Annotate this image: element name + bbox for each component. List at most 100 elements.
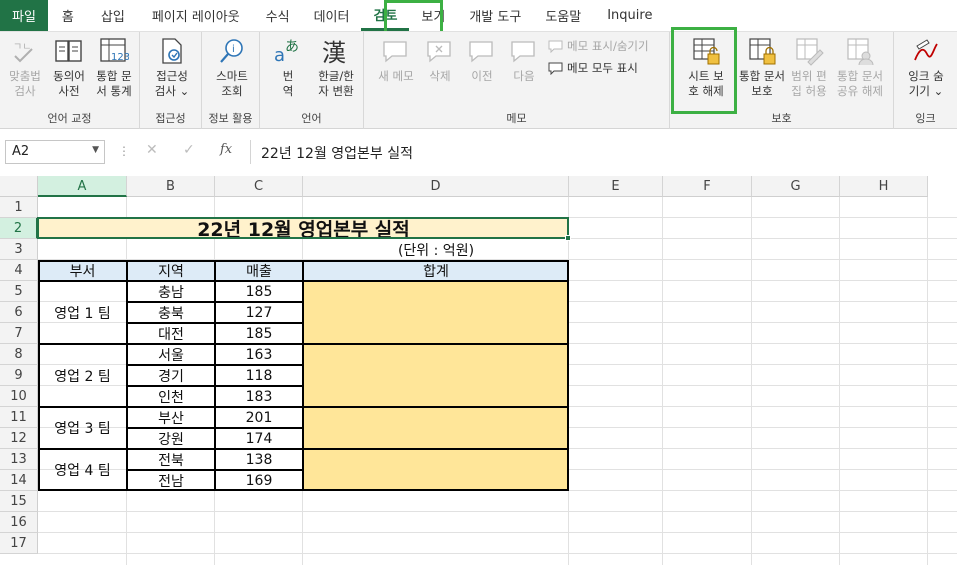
team-name-cell[interactable]: 영업 1 팀 bbox=[38, 281, 127, 344]
tab-help[interactable]: 도움말 bbox=[533, 0, 593, 31]
sheet-title[interactable]: 22년 12월 영업본부 실적 bbox=[38, 218, 569, 241]
row-header-7[interactable]: 7 bbox=[0, 323, 38, 344]
row-header-11[interactable]: 11 bbox=[0, 407, 38, 428]
cancel-icon[interactable]: ✕ bbox=[146, 142, 158, 158]
sales-cell[interactable]: 185 bbox=[215, 323, 303, 344]
column-header-d[interactable]: D bbox=[303, 176, 569, 197]
row-header-12[interactable]: 12 bbox=[0, 428, 38, 449]
region-cell[interactable]: 인천 bbox=[127, 386, 215, 407]
team-total-cell[interactable] bbox=[303, 281, 569, 344]
region-cell[interactable]: 서울 bbox=[127, 344, 215, 365]
row-header-6[interactable]: 6 bbox=[0, 302, 38, 323]
row-header-10[interactable]: 10 bbox=[0, 386, 38, 407]
check-accessibility-button[interactable]: 접근성 검사 ⌄ bbox=[150, 36, 194, 99]
sales-cell[interactable]: 138 bbox=[215, 449, 303, 470]
row-header-13[interactable]: 13 bbox=[0, 449, 38, 470]
region-cell[interactable]: 충북 bbox=[127, 302, 215, 323]
unit-label[interactable]: (단위 : 억원) bbox=[303, 239, 569, 260]
sales-cell[interactable]: 169 bbox=[215, 470, 303, 491]
team-total-cell[interactable] bbox=[303, 449, 569, 491]
table-header-2[interactable]: 매출 bbox=[215, 260, 303, 281]
sales-cell[interactable]: 127 bbox=[215, 302, 303, 323]
team-total-cell[interactable] bbox=[303, 407, 569, 449]
unshare-workbook-button[interactable]: 통합 문서 공유 해제 bbox=[830, 36, 890, 99]
previous-comment-button[interactable]: 이전 bbox=[464, 36, 500, 84]
row-header-8[interactable]: 8 bbox=[0, 344, 38, 365]
hangul-hanja-button[interactable]: 漢 한글/한 자 변환 bbox=[312, 36, 360, 99]
region-cell[interactable]: 대전 bbox=[127, 323, 215, 344]
tab-file[interactable]: 파일 bbox=[0, 0, 48, 31]
sales-cell[interactable]: 163 bbox=[215, 344, 303, 365]
row-header-15[interactable]: 15 bbox=[0, 491, 38, 512]
column-header-c[interactable]: C bbox=[215, 176, 303, 197]
region-cell[interactable]: 부산 bbox=[127, 407, 215, 428]
name-box-dropdown-icon[interactable]: ▼ bbox=[92, 145, 99, 155]
team-name-cell[interactable]: 영업 3 팀 bbox=[38, 407, 127, 449]
thesaurus-button[interactable]: 동의어 사전 bbox=[50, 36, 88, 99]
new-comment-button[interactable]: 새 메모 bbox=[374, 36, 418, 84]
sales-cell[interactable]: 201 bbox=[215, 407, 303, 428]
tab-developer[interactable]: 개발 도구 bbox=[457, 0, 533, 31]
tab-page-layout[interactable]: 페이지 레이아웃 bbox=[138, 0, 254, 31]
row-header-2[interactable]: 2 bbox=[0, 218, 38, 239]
column-header-g[interactable]: G bbox=[752, 176, 840, 197]
sales-cell[interactable]: 118 bbox=[215, 365, 303, 386]
region-cell[interactable]: 충남 bbox=[127, 281, 215, 302]
row-header-3[interactable]: 3 bbox=[0, 239, 38, 260]
smart-lookup-button[interactable]: i 스마트 조회 bbox=[210, 36, 254, 99]
formula-input[interactable]: 22년 12월 영업본부 실적 bbox=[250, 140, 955, 164]
allow-edit-ranges-button[interactable]: 범위 편 집 허용 bbox=[788, 36, 830, 99]
sales-cell[interactable]: 185 bbox=[215, 281, 303, 302]
row-header-5[interactable]: 5 bbox=[0, 281, 38, 302]
translate-button[interactable]: aあ 번 역 bbox=[270, 36, 306, 99]
row-header-4[interactable]: 4 bbox=[0, 260, 38, 281]
select-all-corner[interactable] bbox=[0, 176, 38, 197]
unprotect-sheet-icon bbox=[691, 36, 721, 66]
row-header-9[interactable]: 9 bbox=[0, 365, 38, 386]
fill-handle[interactable] bbox=[565, 235, 571, 241]
row-header-16[interactable]: 16 bbox=[0, 512, 38, 533]
tab-formulas[interactable]: 수식 bbox=[254, 0, 302, 31]
workbook-stats-button[interactable]: 123 통합 문 서 통계 bbox=[92, 36, 136, 99]
enter-icon[interactable]: ✓ bbox=[183, 142, 195, 158]
sales-cell[interactable]: 183 bbox=[215, 386, 303, 407]
table-header-3[interactable]: 합계 bbox=[303, 260, 569, 281]
group-label-proofing: 언어 교정 bbox=[47, 112, 92, 125]
protect-workbook-button[interactable]: 통합 문서 보호 bbox=[734, 36, 790, 99]
svg-text:i: i bbox=[232, 44, 235, 55]
tab-review[interactable]: 검토 bbox=[361, 0, 410, 31]
table-header-1[interactable]: 지역 bbox=[127, 260, 215, 281]
row-header-1[interactable]: 1 bbox=[0, 197, 38, 218]
table-header-0[interactable]: 부서 bbox=[38, 260, 127, 281]
column-header-f[interactable]: F bbox=[663, 176, 752, 197]
unprotect-sheet-button[interactable]: 시트 보 호 해제 bbox=[678, 36, 734, 99]
sales-cell[interactable]: 174 bbox=[215, 428, 303, 449]
insert-function-icon[interactable]: fx bbox=[220, 142, 232, 157]
worksheet-grid[interactable]: A B C D E F G H 1 2 3 4 5 6 7 8 9 10 11 12 13 14 15 16 17 22년 12월… bbox=[0, 176, 957, 565]
row-header-17[interactable]: 17 bbox=[0, 533, 38, 554]
column-header-e[interactable]: E bbox=[569, 176, 663, 197]
region-cell[interactable]: 강원 bbox=[127, 428, 215, 449]
delete-comment-button[interactable]: 삭제 bbox=[422, 36, 458, 84]
region-cell[interactable]: 전남 bbox=[127, 470, 215, 491]
tab-home[interactable]: 홈 bbox=[48, 0, 88, 31]
region-cell[interactable]: 경기 bbox=[127, 365, 215, 386]
tab-insert[interactable]: 삽입 bbox=[88, 0, 138, 31]
hide-ink-button[interactable]: 잉크 숨 기기 ⌄ bbox=[902, 36, 950, 99]
spelling-button[interactable]: ㄱㄴ 맞춤법 검사 bbox=[6, 36, 44, 99]
next-comment-button[interactable]: 다음 bbox=[506, 36, 542, 84]
region-cell[interactable]: 전북 bbox=[127, 449, 215, 470]
tab-inquire[interactable]: Inquire bbox=[593, 0, 666, 31]
column-header-a[interactable]: A bbox=[38, 176, 127, 197]
column-header-b[interactable]: B bbox=[127, 176, 215, 197]
show-all-comments-button[interactable]: 메모 모두 표시 bbox=[548, 60, 638, 76]
row-header-14[interactable]: 14 bbox=[0, 470, 38, 491]
show-hide-comment-button[interactable]: 메모 표시/숨기기 bbox=[548, 38, 649, 54]
team-name-cell[interactable]: 영업 4 팀 bbox=[38, 449, 127, 491]
tab-data[interactable]: 데이터 bbox=[302, 0, 362, 31]
column-header-h[interactable]: H bbox=[840, 176, 928, 197]
team-name-cell[interactable]: 영업 2 팀 bbox=[38, 344, 127, 407]
name-box[interactable]: A2 ▼ bbox=[5, 140, 105, 164]
tab-view[interactable]: 보기 bbox=[409, 0, 457, 31]
team-total-cell[interactable] bbox=[303, 344, 569, 407]
